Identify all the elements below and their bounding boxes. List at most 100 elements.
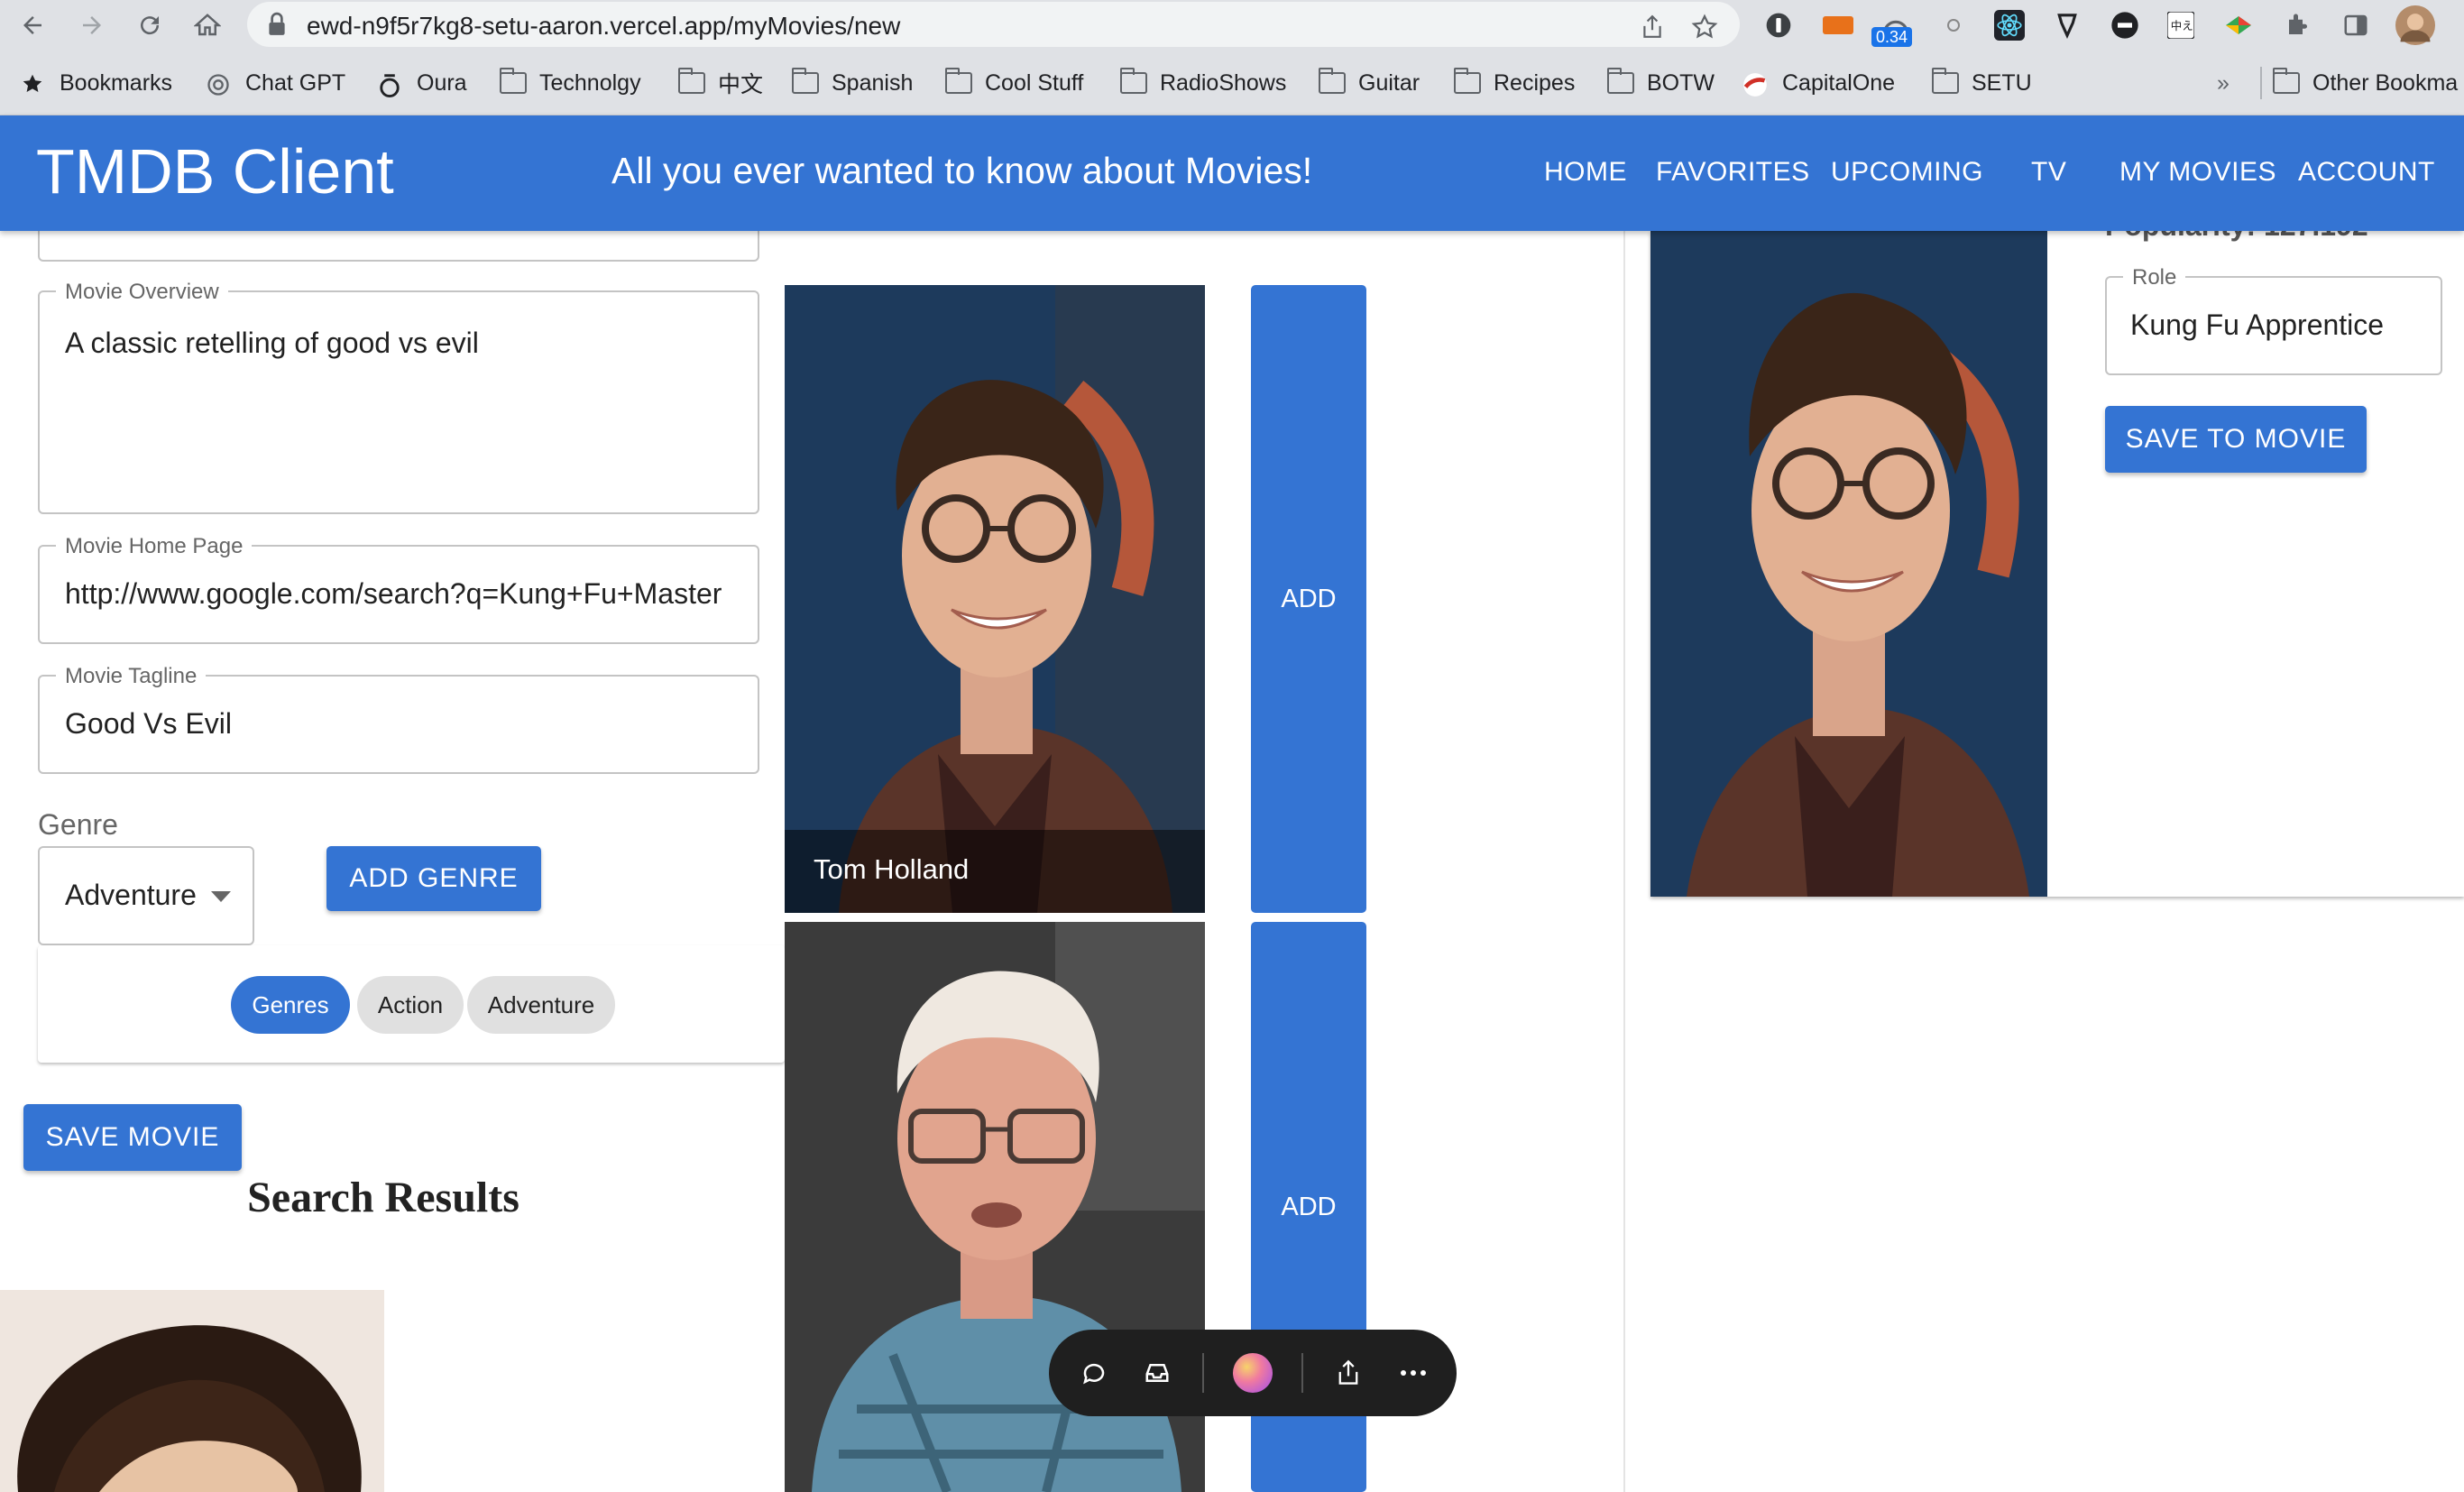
bookmark-label: Guitar: [1358, 69, 1420, 96]
nav-favorites[interactable]: FAVORITES: [1656, 157, 1810, 188]
movie-overview-field[interactable]: Movie Overview A classic retelling of go…: [38, 280, 759, 514]
bookmark-label: Spanish: [832, 69, 914, 96]
save-to-movie-button[interactable]: SAVE TO MOVIE: [2105, 406, 2367, 473]
react-devtools-icon[interactable]: [1993, 9, 2026, 41]
bookmark-cool-stuff[interactable]: Cool Stuff: [945, 65, 1083, 101]
puzzle-icon[interactable]: [2282, 9, 2314, 41]
bookmark-label: Bookmarks: [60, 69, 173, 96]
extension-badge: 0.34: [1871, 27, 1913, 47]
movie-tagline-label: Movie Tagline: [56, 664, 207, 689]
person-photo-image: [1650, 231, 2047, 897]
add-person-button[interactable]: ADD: [1251, 285, 1366, 913]
bookmark-label: SETU: [1972, 69, 2032, 96]
bookmark-oura[interactable]: Oura: [377, 65, 467, 101]
dropdown-arrow-icon: [211, 891, 231, 902]
bookmark-spanish[interactable]: Spanish: [792, 65, 913, 101]
selected-person-photo: [1650, 231, 2047, 897]
address-bar[interactable]: ewd-n9f5r7kg8-setu-aaron.vercel.app/myMo…: [247, 2, 1740, 47]
movie-homepage-value[interactable]: http://www.google.com/search?q=Kung+Fu+M…: [65, 577, 722, 611]
bookmark-radioshows[interactable]: RadioShows: [1120, 65, 1286, 101]
nav-account[interactable]: ACCOUNT: [2298, 157, 2435, 188]
movie-tagline-field[interactable]: Movie Tagline Good Vs Evil: [38, 664, 759, 774]
folder-icon: [500, 68, 527, 94]
folder-icon: [1454, 68, 1481, 94]
person-card-tom-holland[interactable]: Tom Holland: [785, 285, 1205, 913]
folder-icon: [1607, 68, 1634, 94]
chip-adventure[interactable]: Adventure: [467, 976, 615, 1034]
bookmark-label: 中文: [718, 72, 764, 97]
folder-icon: [792, 68, 819, 94]
genre-select-value: Adventure: [65, 879, 197, 911]
app-tagline: All you ever wanted to know about Movies…: [611, 150, 1313, 191]
share-icon[interactable]: [1330, 1355, 1366, 1391]
gradient-orb-icon[interactable]: [1229, 1349, 1276, 1396]
ring-icon: [377, 72, 404, 97]
bookmark-other[interactable]: Other Bookma: [2273, 65, 2458, 101]
movie-homepage-field[interactable]: Movie Home Page http://www.google.com/se…: [38, 534, 759, 644]
bookmark-chinese[interactable]: 中文: [678, 65, 763, 101]
pin-extension-icon[interactable]: [2051, 9, 2083, 41]
nav-upcoming[interactable]: UPCOMING: [1831, 157, 1983, 188]
genre-select[interactable]: Adventure: [38, 846, 254, 945]
chip-genres[interactable]: Genres: [231, 976, 350, 1034]
profile-avatar[interactable]: [2395, 5, 2435, 45]
openai-icon: [206, 72, 233, 96]
back-icon[interactable]: [14, 7, 51, 43]
xml-extension-icon[interactable]: [1822, 9, 1854, 41]
save-movie-button[interactable]: SAVE MOVIE: [23, 1104, 242, 1171]
lock-icon: [269, 12, 285, 35]
bookmark-bookmarks[interactable]: Bookmarks: [20, 65, 172, 101]
add-genre-button[interactable]: ADD GENRE: [326, 846, 541, 911]
app-brand[interactable]: TMDB Client: [36, 134, 394, 209]
bookmark-capitalone[interactable]: CapitalOne: [1742, 65, 1895, 101]
movie-homepage-label: Movie Home Page: [56, 534, 253, 559]
share-icon[interactable]: [1636, 11, 1669, 43]
svg-text:中え: 中え: [2171, 19, 2193, 32]
chip-action[interactable]: Action: [357, 976, 464, 1034]
nav-tv[interactable]: TV: [2031, 157, 2066, 188]
folder-icon: [1319, 68, 1346, 94]
movie-tagline-value[interactable]: Good Vs Evil: [65, 707, 232, 741]
forward-icon[interactable]: [74, 7, 110, 43]
inbox-icon[interactable]: [1139, 1355, 1175, 1391]
bookmarks-overflow-chevron[interactable]: »: [2217, 65, 2230, 101]
role-label: Role: [2123, 265, 2186, 290]
star-icon: [20, 72, 47, 94]
bookmarks-bar: Bookmarks Chat GPT Oura Technolgy 中文 Spa…: [0, 51, 2464, 115]
bookmark-setu[interactable]: SETU: [1932, 65, 2032, 101]
bookmark-label: Oura: [417, 69, 467, 96]
bookmark-label: BOTW: [1647, 69, 1715, 96]
bookmark-botw[interactable]: BOTW: [1607, 65, 1715, 101]
person-name: Tom Holland: [814, 853, 970, 885]
sync-extension-icon[interactable]: [1937, 9, 1970, 41]
bookmark-recipes[interactable]: Recipes: [1454, 65, 1575, 101]
role-field[interactable]: Role Kung Fu Apprentice: [2105, 265, 2442, 375]
role-value[interactable]: Kung Fu Apprentice: [2130, 309, 2384, 342]
bookmarks-divider: [2260, 67, 2262, 99]
url-text[interactable]: ewd-n9f5r7kg8-setu-aaron.vercel.app/myMo…: [307, 12, 900, 41]
side-panel-icon[interactable]: [2340, 9, 2372, 41]
circle-extension-icon[interactable]: [2109, 9, 2141, 41]
bookmark-technolgy[interactable]: Technolgy: [500, 65, 641, 101]
folder-icon: [678, 68, 705, 94]
toolbar-divider: [1301, 1353, 1303, 1393]
nav-my-movies[interactable]: MY MOVIES: [2119, 157, 2276, 188]
more-icon[interactable]: [1395, 1355, 1431, 1391]
bookmark-star-icon[interactable]: [1688, 11, 1721, 43]
search-result-photo[interactable]: [0, 1290, 384, 1492]
search-results-heading: Search Results: [247, 1174, 519, 1221]
nav-home[interactable]: HOME: [1544, 157, 1627, 188]
folder-icon: [945, 68, 972, 94]
bookmark-guitar[interactable]: Guitar: [1319, 65, 1420, 101]
home-icon[interactable]: [189, 7, 225, 43]
password-manager-icon[interactable]: [1762, 9, 1795, 41]
column-divider: [1623, 231, 1625, 1492]
bookmark-chatgpt[interactable]: Chat GPT: [206, 65, 345, 101]
movie-overview-value[interactable]: A classic retelling of good vs evil: [65, 327, 479, 360]
bookmark-label: Other Bookma: [2312, 69, 2459, 96]
comment-icon[interactable]: [1076, 1355, 1112, 1391]
colorful-extension-icon[interactable]: [2222, 9, 2255, 41]
translate-extension-icon[interactable]: 中え: [2165, 9, 2197, 41]
reload-icon[interactable]: [132, 7, 168, 43]
app-header: TMDB Client All you ever wanted to know …: [0, 115, 2464, 231]
